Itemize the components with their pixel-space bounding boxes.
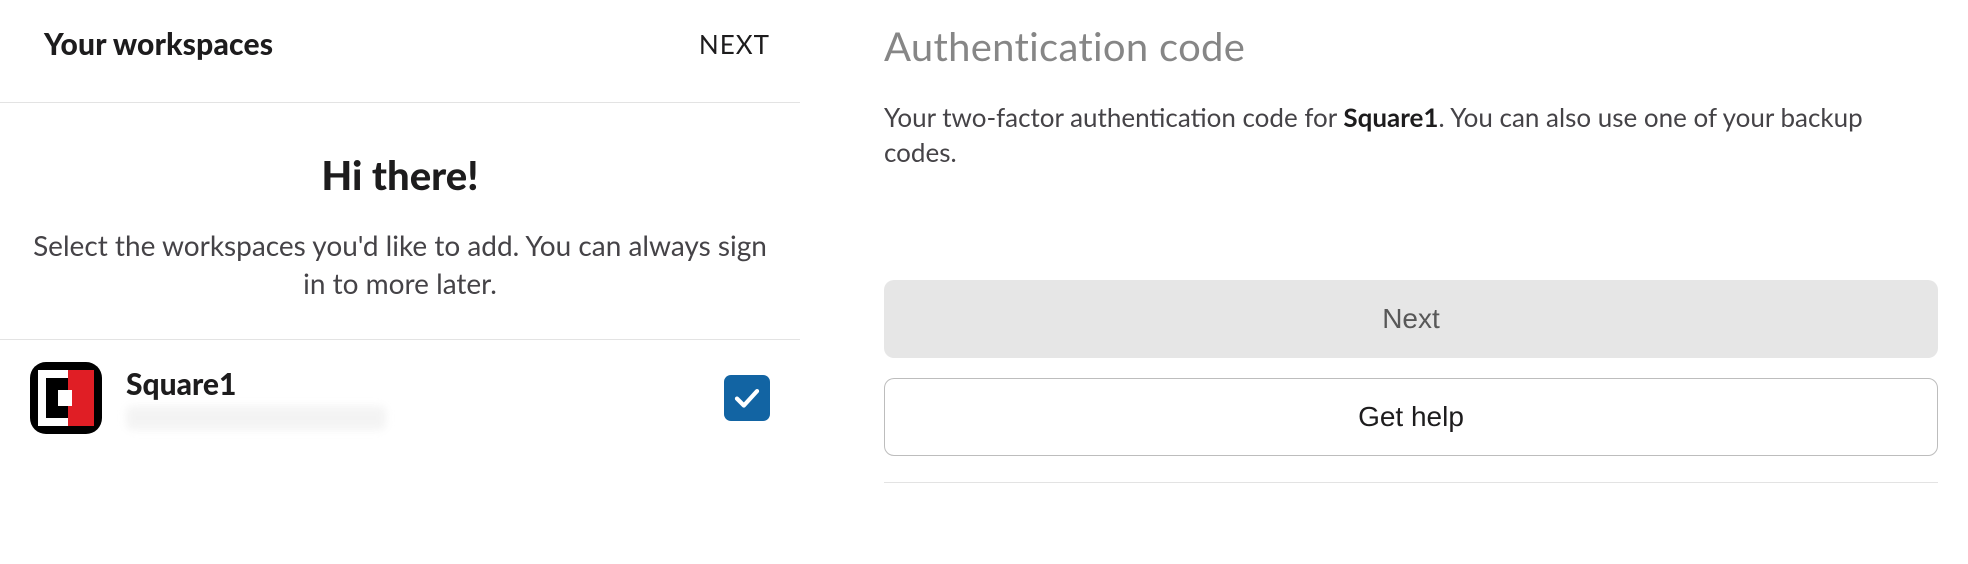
auth-description: Your two-factor authentication code for … — [884, 100, 1914, 170]
auth-desc-workspace: Square1 — [1343, 101, 1438, 133]
workspace-checkbox[interactable] — [724, 375, 770, 421]
workspace-icon — [30, 362, 102, 434]
divider — [884, 482, 1938, 483]
get-help-button[interactable]: Get help — [884, 378, 1938, 456]
greeting-title: Hi there! — [20, 151, 780, 199]
workspace-subtext-redacted — [126, 406, 386, 430]
workspaces-pane: Your workspaces NEXT Hi there! Select th… — [0, 0, 800, 564]
workspace-name: Square1 — [126, 366, 724, 402]
header-next-button[interactable]: NEXT — [699, 28, 770, 60]
workspaces-header: Your workspaces NEXT — [0, 0, 800, 103]
checkmark-icon — [732, 383, 762, 413]
auth-desc-prefix: Your two-factor authentication code for — [884, 101, 1343, 133]
greeting-subtitle: Select the workspaces you'd like to add.… — [20, 227, 780, 303]
auth-pane: Authentication code Your two-factor auth… — [800, 0, 1968, 564]
next-button[interactable]: Next — [884, 280, 1938, 358]
workspace-list: Square1 — [0, 339, 800, 456]
workspace-text: Square1 — [126, 366, 724, 430]
auth-heading: Authentication code — [884, 22, 1938, 70]
workspace-item[interactable]: Square1 — [0, 340, 800, 456]
workspaces-title: Your workspaces — [44, 26, 273, 62]
